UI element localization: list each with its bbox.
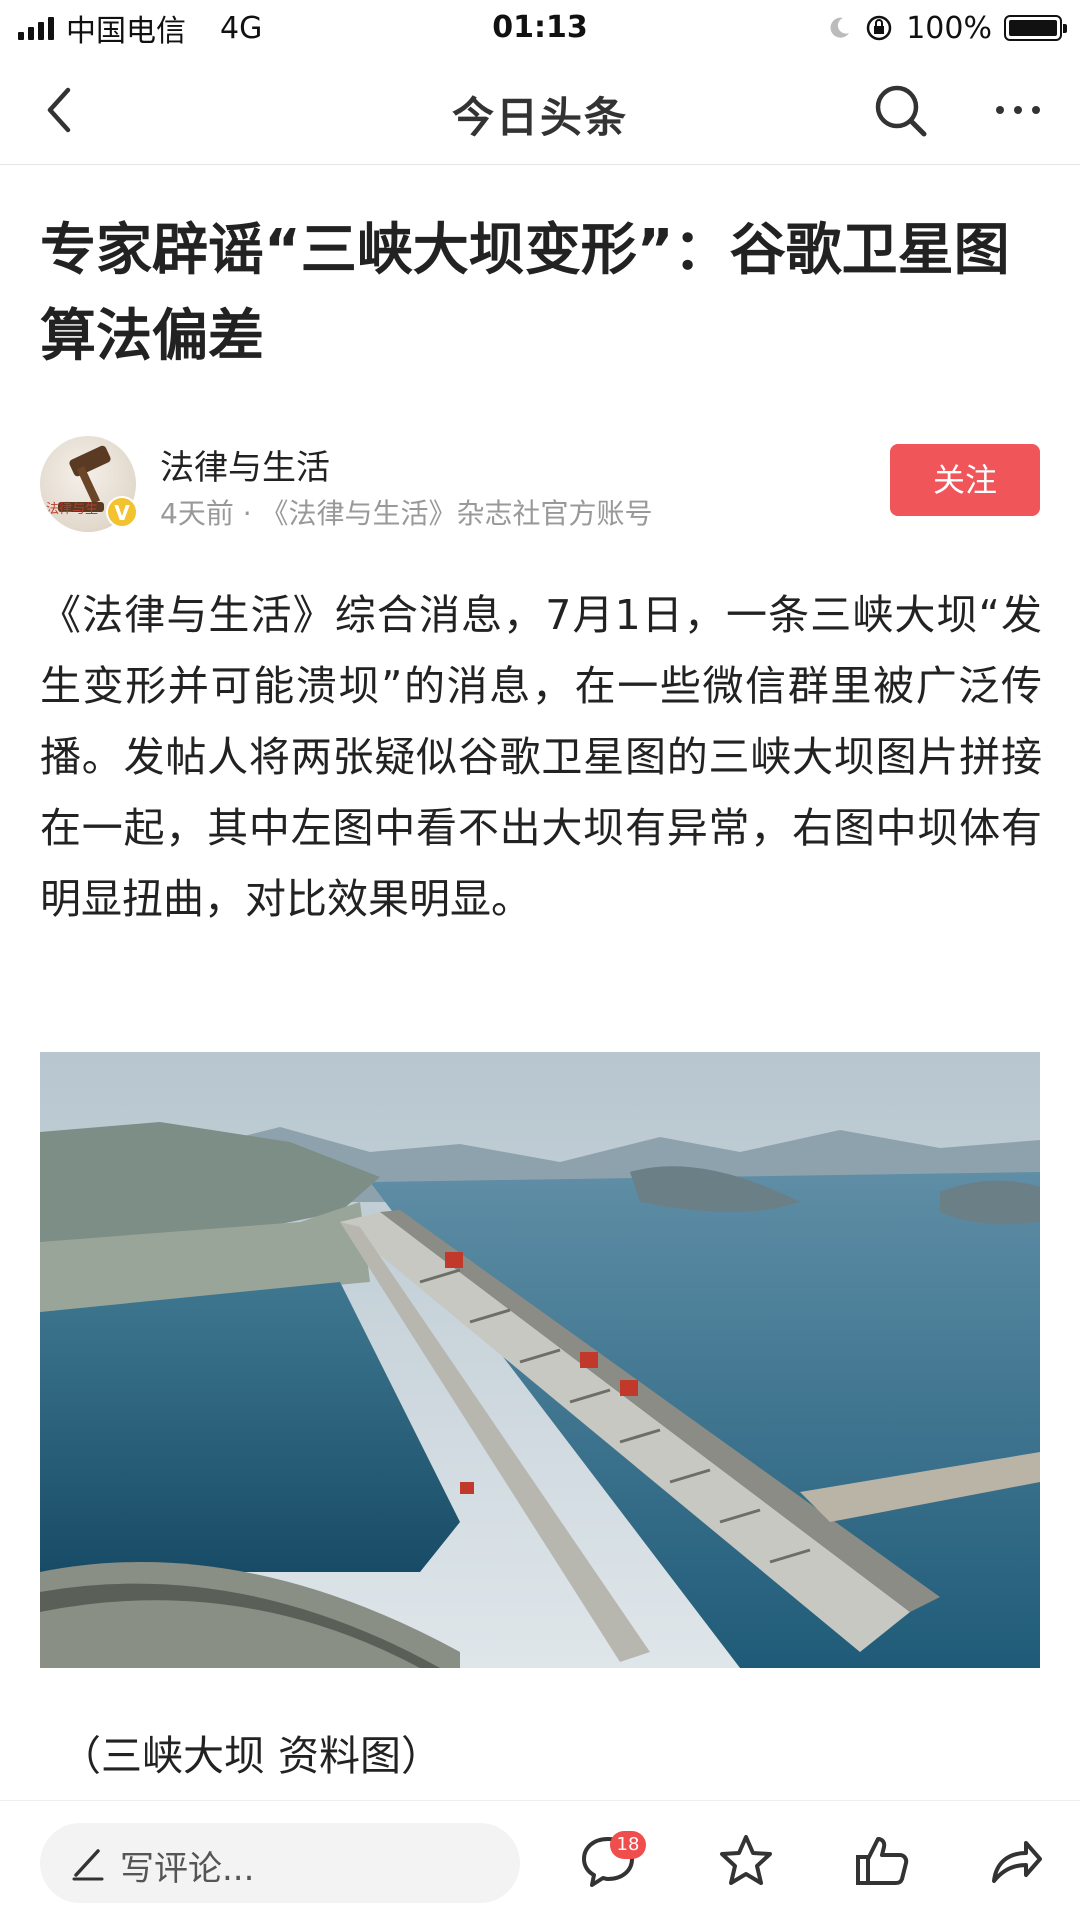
- status-bar: 中国电信 4G 01:13 100%: [0, 0, 1080, 56]
- pencil-icon: [72, 1849, 104, 1881]
- author-name[interactable]: 法律与生活: [160, 440, 330, 489]
- more-icon[interactable]: [986, 78, 1050, 142]
- network-type: 4G: [220, 10, 263, 46]
- article-body: 《法律与生活》综合消息，7月1日，一条三峡大坝“发生变形并可能溃坝”的消息，在一…: [40, 591, 1042, 923]
- battery-icon: [1004, 15, 1067, 41]
- like-icon[interactable]: [852, 1831, 912, 1891]
- rotation-lock-icon: [866, 15, 892, 41]
- carrier-label: 中国电信: [66, 14, 186, 49]
- status-right: 100%: [826, 10, 1067, 46]
- author-meta: 4天前 · 《法律与生活》杂志社官方账号: [160, 497, 653, 530]
- comment-placeholder: 写评论...: [120, 1849, 255, 1889]
- signal-icon: [18, 16, 54, 40]
- dam-photo: [40, 1052, 1040, 1668]
- status-left: 中国电信 4G: [18, 6, 262, 50]
- image-caption: （三峡大坝 资料图）: [60, 1732, 443, 1780]
- comment-input[interactable]: 写评论...: [40, 1823, 520, 1903]
- author-row: 法律与生 V 法律与生活 4天前 · 《法律与生活》杂志社官方账号 关注: [40, 430, 1040, 540]
- article-image[interactable]: [40, 1052, 1040, 1668]
- comment-count-badge: 18: [610, 1831, 646, 1859]
- battery-percent: 100%: [906, 10, 992, 46]
- star-icon[interactable]: [716, 1831, 776, 1891]
- status-time: 01:13: [492, 10, 588, 45]
- article-title: 专家辟谣“三峡大坝变形”：谷歌卫星图算法偏差: [40, 218, 1010, 369]
- moon-icon: [830, 17, 850, 38]
- bottom-bar: 写评论... 18: [0, 1800, 1080, 1921]
- nav-header: 今日头条: [0, 56, 1080, 165]
- share-icon[interactable]: [986, 1831, 1046, 1891]
- search-icon[interactable]: [868, 78, 932, 142]
- verified-icon: V: [106, 496, 138, 528]
- follow-button[interactable]: 关注: [890, 444, 1040, 516]
- avatar-label: 法律与生: [46, 502, 99, 517]
